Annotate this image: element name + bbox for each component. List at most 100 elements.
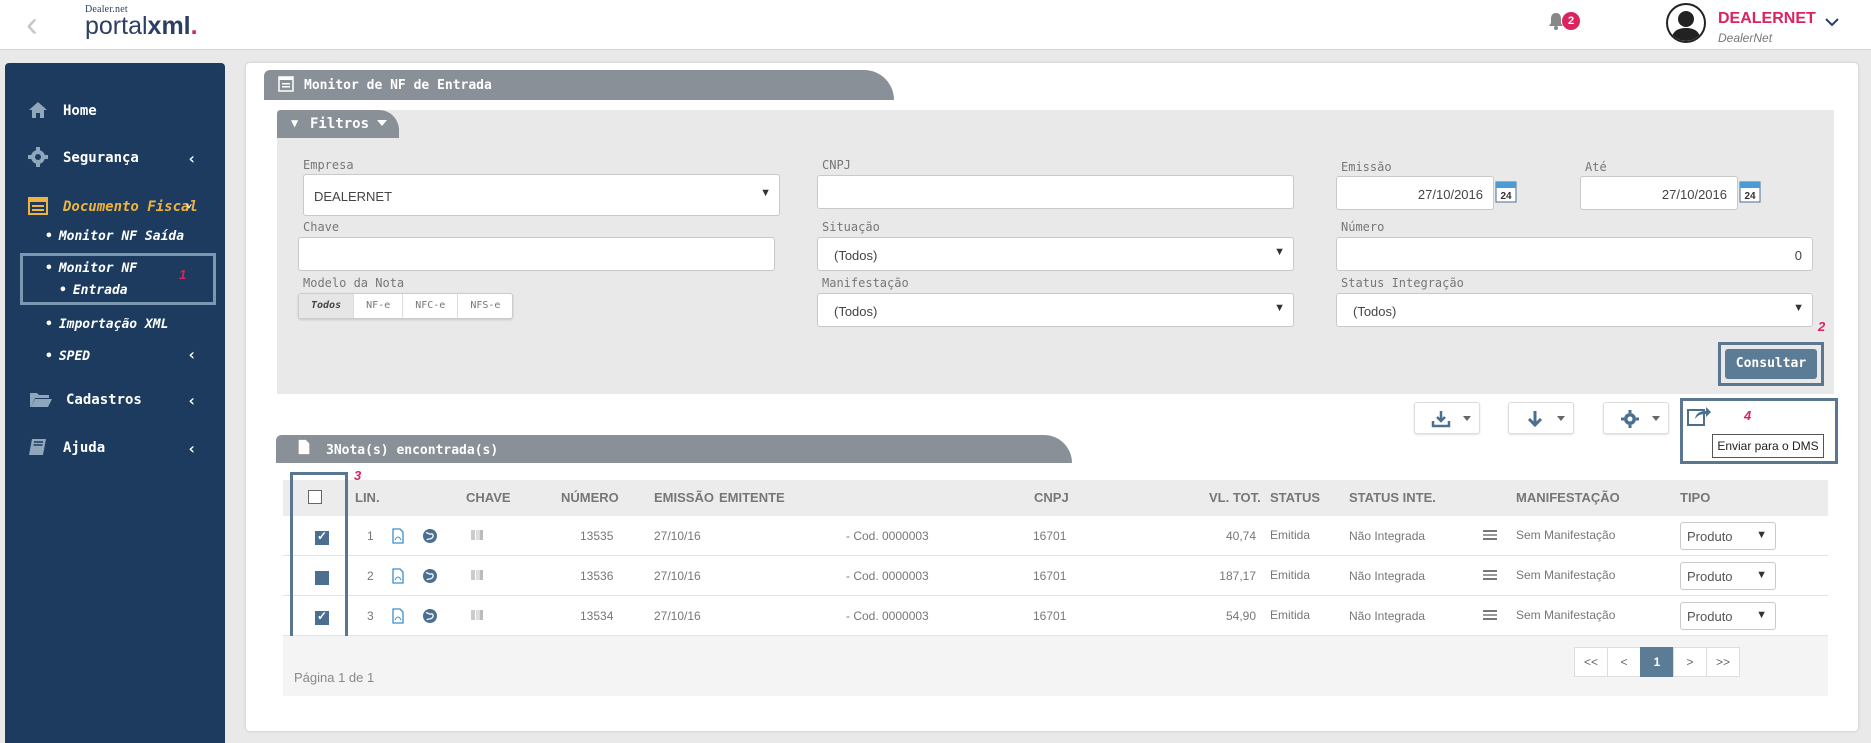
- key-blurred-icon: [470, 528, 484, 544]
- row-checkbox[interactable]: [315, 529, 329, 545]
- sidebar-subitem-importacao-xml[interactable]: Importação XML: [45, 317, 169, 332]
- modelo-option-nfse[interactable]: NFS-e: [458, 294, 512, 318]
- page-1-button[interactable]: 1: [1640, 647, 1674, 677]
- column-header-vl-tot[interactable]: VL. TOT.: [1209, 490, 1261, 505]
- select-arrow-icon: ▼: [1274, 302, 1285, 314]
- filters-label: Filtros: [310, 116, 370, 132]
- column-header-cnpj[interactable]: CNPJ: [1034, 490, 1069, 505]
- column-header-chave[interactable]: CHAVE: [466, 490, 511, 505]
- page-first-button[interactable]: <<: [1574, 647, 1608, 677]
- calendar-icon[interactable]: 24: [1495, 179, 1517, 203]
- page-last-button[interactable]: >>: [1706, 647, 1740, 677]
- page-next-button[interactable]: >: [1673, 647, 1707, 677]
- folder-open-icon: [30, 393, 52, 407]
- list-detail-icon[interactable]: [1483, 528, 1499, 544]
- export-button[interactable]: [1414, 402, 1480, 434]
- globe-icon[interactable]: [422, 528, 438, 544]
- situacao-select[interactable]: (Todos) ▼: [817, 237, 1294, 271]
- arrow-down-icon: [1527, 411, 1543, 428]
- share-icon[interactable]: [1686, 404, 1712, 428]
- cell-vl-tot: 54,90: [1225, 609, 1256, 623]
- row-checkbox[interactable]: [315, 609, 329, 625]
- numero-input[interactable]: 0: [1336, 237, 1813, 271]
- tipo-select[interactable]: Produto ▼: [1680, 522, 1776, 550]
- globe-icon[interactable]: [422, 608, 438, 624]
- tipo-select[interactable]: Produto ▼: [1680, 562, 1776, 590]
- results-title-tab: 3Nota(s) encontrada(s): [276, 435, 1072, 463]
- calendar-day: 24: [1500, 191, 1512, 202]
- manifestacao-value: (Todos): [834, 304, 878, 319]
- notification-badge: 2: [1562, 12, 1580, 30]
- modelo-segmented-control: Todos NF-e NFC-e NFS-e: [298, 293, 514, 319]
- cell-cnpj: 16701: [1033, 569, 1067, 583]
- panel-title-tab: Monitor de NF de Entrada: [264, 70, 894, 100]
- cell-emissao: 27/10/16: [654, 569, 701, 583]
- sidebar-subitem-sped[interactable]: SPED ‹: [45, 345, 197, 364]
- calendar-icon[interactable]: 24: [1739, 179, 1761, 203]
- cell-numero: 13536: [580, 569, 614, 583]
- column-header-status-inte[interactable]: STATUS INTE.: [1349, 490, 1436, 505]
- numero-value: 0: [1794, 248, 1802, 263]
- user-silhouette-icon: [1671, 11, 1701, 41]
- cell-manifestacao: Sem Manifestação: [1516, 608, 1616, 622]
- sidebar-subitem-monitor-nf-saida[interactable]: Monitor NF Saída: [45, 229, 184, 244]
- tipo-value: Produto: [1687, 609, 1733, 624]
- cnpj-input[interactable]: [817, 175, 1294, 209]
- tipo-select[interactable]: Produto ▼: [1680, 602, 1776, 630]
- cell-emissao: 27/10/16: [654, 529, 701, 543]
- top-bar: ‹ Dealer.net portalxml. 2 DEALERNET Deal…: [0, 0, 1871, 50]
- avatar[interactable]: [1666, 3, 1706, 43]
- consultar-button[interactable]: Consultar: [1725, 349, 1817, 379]
- cell-status-inte: Não Integrada: [1349, 569, 1426, 583]
- manifestacao-select[interactable]: (Todos) ▼: [817, 293, 1294, 327]
- sidebar: Home Segurança ‹ Documento Fiscal ⌄ Moni…: [5, 63, 225, 743]
- modelo-option-todos[interactable]: Todos: [299, 294, 355, 318]
- sidebar-item-label: Documento Fiscal: [63, 199, 198, 215]
- settings-button[interactable]: [1603, 402, 1669, 434]
- cell-manifestacao: Sem Manifestação: [1516, 528, 1616, 542]
- status-integracao-select[interactable]: (Todos) ▼: [1336, 293, 1813, 327]
- user-name[interactable]: DEALERNET: [1718, 10, 1816, 28]
- column-header-numero[interactable]: NÚMERO: [561, 490, 619, 505]
- cell-status: Emitida: [1270, 528, 1311, 542]
- subitem-label: SPED: [58, 349, 91, 364]
- page-title: Monitor de NF de Entrada: [304, 78, 492, 93]
- column-header-status[interactable]: STATUS: [1270, 490, 1320, 505]
- sidebar-item-label: Cadastros: [66, 392, 142, 408]
- globe-icon[interactable]: [422, 568, 438, 584]
- emissao-value: 27/10/2016: [1417, 187, 1483, 202]
- ate-label: Até: [1585, 160, 1607, 174]
- calendar-list-icon: [278, 76, 294, 92]
- list-detail-icon[interactable]: [1483, 608, 1499, 624]
- select-arrow-icon: ▼: [1274, 246, 1285, 258]
- logo[interactable]: Dealer.net portalxml.: [85, 4, 198, 40]
- caret-down-icon: [377, 120, 387, 126]
- pdf-icon[interactable]: [390, 608, 406, 624]
- page-prev-button[interactable]: <: [1607, 647, 1641, 677]
- column-header-lin[interactable]: LIN.: [355, 490, 380, 505]
- select-arrow-icon: ▼: [1756, 569, 1767, 581]
- logo-bold-text: xml: [147, 12, 191, 40]
- chave-input[interactable]: [298, 237, 775, 271]
- ate-date-input[interactable]: 27/10/2016: [1580, 176, 1738, 210]
- tipo-value: Produto: [1687, 529, 1733, 544]
- column-header-emitente[interactable]: EMITENTE: [719, 490, 785, 505]
- modelo-option-nfe[interactable]: NF-e: [354, 294, 404, 318]
- column-header-tipo[interactable]: TIPO: [1680, 490, 1710, 505]
- row-checkbox[interactable]: [315, 571, 329, 585]
- empresa-select[interactable]: DEALERNET ▼: [303, 174, 780, 216]
- filters-toggle-button[interactable]: ▼ Filtros: [277, 110, 399, 138]
- gear-icon: [28, 147, 48, 167]
- pdf-icon[interactable]: [390, 528, 406, 544]
- emissao-date-input[interactable]: 27/10/2016: [1336, 176, 1494, 210]
- modelo-option-nfce[interactable]: NFC-e: [403, 294, 459, 318]
- status-integracao-value: (Todos): [1353, 304, 1397, 319]
- cell-numero: 13534: [580, 609, 614, 623]
- back-chevron-icon[interactable]: ‹: [26, 6, 38, 42]
- download-button[interactable]: [1508, 402, 1574, 434]
- chevron-down-icon[interactable]: [1824, 14, 1840, 30]
- column-header-emissao[interactable]: EMISSÃO: [654, 490, 714, 505]
- list-detail-icon[interactable]: [1483, 568, 1499, 584]
- column-header-manifestacao[interactable]: MANIFESTAÇÃO: [1516, 490, 1620, 505]
- pdf-icon[interactable]: [390, 568, 406, 584]
